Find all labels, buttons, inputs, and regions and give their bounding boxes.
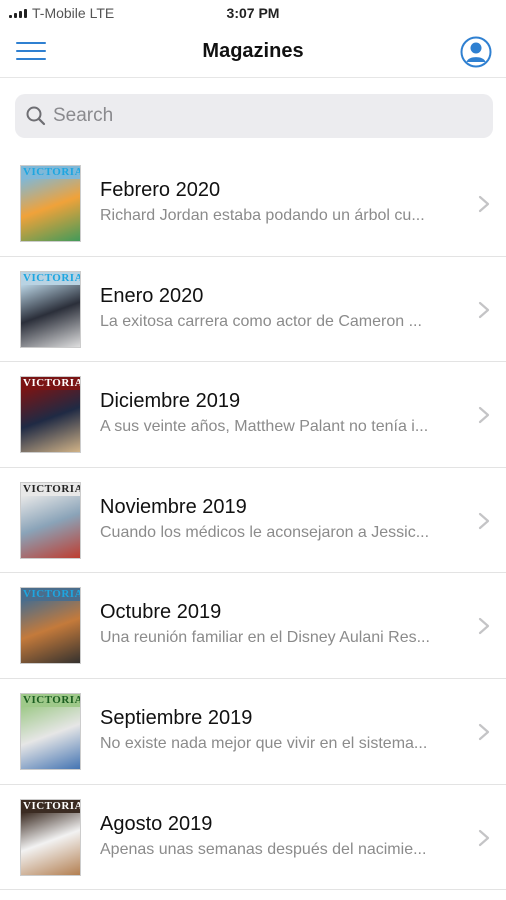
magazine-cover-title: VICTORIA — [21, 588, 81, 602]
magazine-cover-title: VICTORIA — [21, 799, 81, 813]
navigation-bar: Magazines — [0, 26, 506, 78]
search-icon — [26, 106, 46, 126]
magazine-list-item[interactable]: VICTORIA Octubre 2019 Una reunión famili… — [0, 573, 506, 679]
magazine-title: Enero 2020 — [100, 284, 204, 307]
magazine-cover-title: VICTORIA — [21, 271, 81, 285]
magazine-title: Febrero 2020 — [100, 179, 221, 201]
page-title: Magazines — [202, 40, 304, 62]
chevron-right-icon — [478, 195, 490, 213]
magazine-title: Diciembre 2019 — [100, 390, 241, 413]
magazine-list-item[interactable]: VICTORIA Agosto 2019 Apenas unas semanas… — [0, 785, 506, 891]
magazine-list-item[interactable]: VICTORIA Enero 2020 La exitosa carrera c… — [0, 257, 506, 363]
magazine-cover-image: VICTORIA — [20, 798, 81, 876]
magazine-list: VICTORIA Febrero 2020 Richard Jordan est… — [0, 151, 506, 891]
magazine-list-item[interactable]: VICTORIA Noviembre 2019 Cuando los médic… — [0, 468, 506, 574]
magazine-summary: Apenas unas semanas después del nacimie.… — [100, 840, 427, 858]
magazine-cover-title: VICTORIA — [21, 377, 81, 391]
magazine-cover-title: VICTORIA — [21, 166, 81, 179]
search-bar[interactable] — [15, 94, 493, 138]
magazine-cover-art — [21, 706, 80, 769]
user-profile-icon[interactable] — [460, 36, 492, 68]
magazine-cover-image: VICTORIA — [20, 481, 81, 559]
magazine-title: Septiembre 2019 — [100, 706, 253, 729]
magazine-cover-image: VICTORIA — [20, 270, 81, 348]
magazine-cover-image: VICTORIA — [20, 587, 81, 665]
magazine-cover-art — [21, 495, 80, 558]
magazine-summary: Una reunión familiar en el Disney Aulani… — [100, 629, 430, 647]
status-bar: T-Mobile LTE 3:07 PM — [0, 0, 506, 26]
magazine-summary: No existe nada mejor que vivir en el sis… — [100, 734, 428, 752]
magazine-title: Noviembre 2019 — [100, 495, 247, 518]
magazine-cover-image: VICTORIA — [20, 692, 81, 770]
magazine-list-item[interactable]: VICTORIA Diciembre 2019 A sus veinte año… — [0, 362, 506, 468]
magazine-summary: La exitosa carrera como actor de Cameron… — [100, 312, 422, 330]
magazine-cover-art — [21, 812, 80, 875]
magazine-cover-art — [21, 601, 80, 664]
chevron-right-icon — [478, 512, 490, 529]
magazine-cover-image: VICTORIA — [20, 376, 81, 454]
chevron-right-icon — [478, 301, 490, 318]
magazine-summary: A sus veinte años, Matthew Palant no ten… — [100, 418, 429, 436]
magazine-cover-image: VICTORIA — [20, 165, 81, 242]
chevron-right-icon — [478, 407, 490, 424]
magazine-cover-art — [21, 390, 80, 453]
magazine-title: Agosto 2019 — [100, 812, 213, 835]
magazine-summary: Richard Jordan estaba podando un árbol c… — [100, 207, 425, 224]
chevron-right-icon — [478, 618, 490, 635]
magazine-list-item[interactable]: VICTORIA Febrero 2020 Richard Jordan est… — [0, 151, 506, 257]
magazine-list-item[interactable]: VICTORIA Septiembre 2019 No existe nada … — [0, 679, 506, 785]
magazine-summary: Cuando los médicos le aconsejaron a Jess… — [100, 523, 430, 541]
chevron-right-icon — [478, 723, 490, 741]
magazine-cover-title: VICTORIA — [21, 482, 81, 496]
magazine-cover-art — [21, 179, 80, 241]
status-time: 3:07 PM — [226, 5, 280, 21]
magazine-title: Octubre 2019 — [100, 601, 222, 624]
chevron-right-icon — [478, 829, 490, 846]
magazine-cover-art — [21, 284, 80, 347]
magazine-cover-title: VICTORIA — [21, 693, 81, 707]
search-input[interactable] — [51, 94, 481, 138]
